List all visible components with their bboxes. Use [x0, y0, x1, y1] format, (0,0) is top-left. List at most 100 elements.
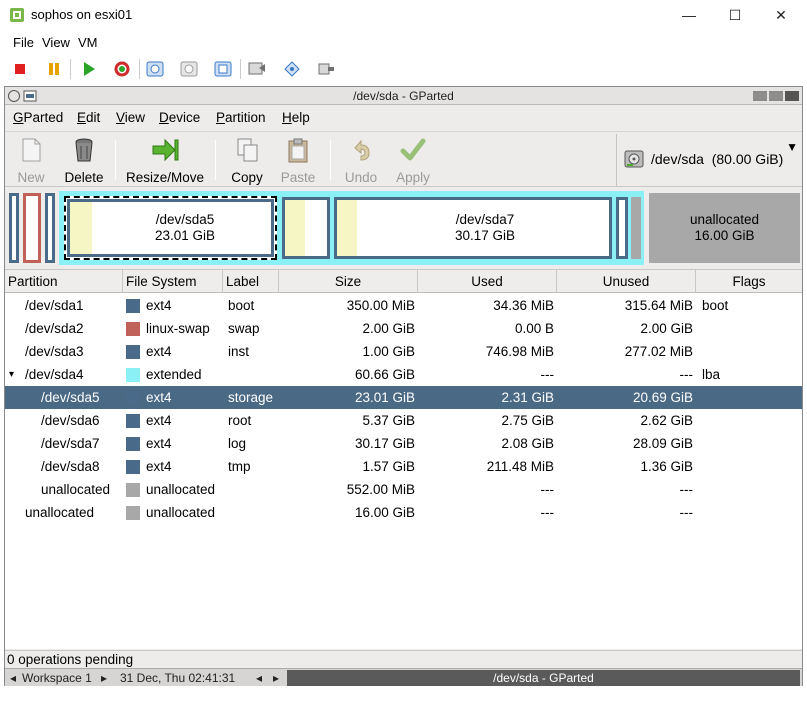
window-title: sophos on esxi01 — [31, 7, 133, 22]
workspace-label[interactable]: Workspace 1 — [22, 671, 92, 685]
menu-vm[interactable]: VM — [78, 35, 98, 50]
fs-color-swatch — [126, 506, 140, 520]
map-sda1[interactable] — [9, 193, 19, 263]
file-system: linux-swap — [146, 321, 210, 336]
partition-used: 2.31 GiB — [501, 390, 554, 405]
col-label[interactable]: Label — [223, 270, 279, 293]
next-workspace-icon[interactable]: ▸ — [101, 671, 107, 685]
vm-toolbar — [0, 54, 807, 84]
snapshot-icon[interactable] — [144, 58, 166, 80]
menu-partition[interactable]: Partition — [216, 110, 266, 125]
table-row[interactable]: /dev/sda8 ext4 tmp 1.57 GiB 211.48 MiB 1.36 G… — [5, 455, 802, 478]
partition-used: 2.08 GiB — [501, 436, 554, 451]
new-button[interactable]: New — [11, 134, 51, 186]
map-sda3[interactable] — [45, 193, 55, 263]
close-inner-button[interactable] — [785, 91, 799, 101]
file-system: ext4 — [146, 390, 172, 405]
table-row[interactable]: /dev/sda2 linux-swap swap 2.00 GiB 0.00 B 2.0… — [5, 317, 802, 340]
menu-device[interactable]: Device — [159, 110, 200, 125]
col-used[interactable]: Used — [418, 270, 557, 293]
status-bar: 0 operations pending — [5, 650, 802, 668]
prev-workspace-icon[interactable]: ◂ — [10, 671, 16, 685]
stop-icon[interactable] — [9, 58, 31, 80]
partition-name: /dev/sda3 — [25, 344, 84, 359]
partition-unused: --- — [679, 505, 694, 520]
col-flags[interactable]: Flags — [696, 270, 802, 293]
close-button[interactable]: ✕ — [758, 2, 804, 28]
menu-gparted[interactable]: GParted — [13, 110, 63, 125]
toolbar-divider — [115, 140, 116, 180]
partition-flags: boot — [702, 298, 729, 313]
prev-window-icon[interactable]: ◂ — [256, 671, 262, 685]
undo-button[interactable]: Undo — [341, 134, 381, 186]
device-selector[interactable]: /dev/sda (80.00 GiB) ▼ — [616, 134, 802, 186]
map-unallocated-label: unallocated 16.00 GiB — [689, 212, 760, 243]
manage-snapshots-icon[interactable] — [212, 58, 234, 80]
file-system: unallocated — [146, 505, 216, 520]
next-window-icon[interactable]: ▸ — [273, 671, 279, 685]
minimize-button[interactable]: — — [666, 2, 712, 28]
partition-used: --- — [540, 505, 555, 520]
menu-view[interactable]: View — [42, 35, 70, 50]
map-sda6[interactable] — [282, 197, 330, 259]
resize-move-button[interactable]: Resize/Move — [123, 134, 207, 186]
expander-icon[interactable]: ▾ — [9, 363, 14, 386]
maximize-button[interactable]: ☐ — [712, 2, 758, 28]
new-file-icon — [22, 138, 41, 162]
resize-arrow-icon — [152, 138, 179, 162]
iconify-button[interactable] — [753, 91, 767, 101]
partition-name: /dev/sda5 — [41, 390, 100, 405]
partition-size: 552.00 MiB — [346, 482, 415, 497]
window-titlebar: sophos on esxi01 — ☐ ✕ — [0, 0, 807, 30]
table-row[interactable]: unallocated unallocated 16.00 GiB --- --- — [5, 501, 802, 524]
table-row[interactable]: /dev/sda7 ext4 log 30.17 GiB 2.08 GiB 28.09 G… — [5, 432, 802, 455]
col-size[interactable]: Size — [279, 270, 418, 293]
menu-view-gparted[interactable]: View — [116, 110, 145, 125]
map-unallocated-logical[interactable] — [631, 197, 641, 259]
partition-label: root — [228, 413, 252, 428]
menu-edit[interactable]: Edit — [77, 110, 100, 125]
file-system: ext4 — [146, 344, 172, 359]
partition-used: 0.00 B — [514, 321, 554, 336]
partition-flags: lba — [702, 367, 721, 382]
delete-button[interactable]: Delete — [59, 134, 109, 186]
connect-device-icon[interactable] — [281, 58, 303, 80]
menu-help[interactable]: Help — [282, 110, 310, 125]
operations-pending: 0 operations pending — [7, 652, 134, 667]
pause-icon[interactable] — [43, 58, 65, 80]
col-unused[interactable]: Unused — [557, 270, 696, 293]
map-sda8[interactable] — [616, 197, 628, 259]
table-row[interactable]: /dev/sda5 ext4 storage 23.01 GiB 2.31 GiB 20.… — [5, 386, 802, 409]
col-partition[interactable]: Partition — [5, 270, 123, 293]
dropdown-arrow-icon: ▼ — [786, 140, 798, 154]
table-row[interactable]: /dev/sda3 ext4 inst 1.00 GiB 746.98 MiB 277.0… — [5, 340, 802, 363]
paste-button[interactable]: Paste — [277, 134, 319, 186]
partition-unused: 315.64 MiB — [624, 298, 693, 313]
gparted-titlebar: /dev/sda - GParted — [5, 87, 802, 105]
taskbar-active-window[interactable]: /dev/sda - GParted — [287, 670, 800, 686]
table-row[interactable]: /dev/sda1 ext4 boot 350.00 MiB 34.36 MiB 315.… — [5, 294, 802, 317]
taskbar: ◂ Workspace 1 ▸ 31 Dec, Thu 02:41:31 ◂ ▸… — [5, 668, 802, 686]
revert-snapshot-icon[interactable] — [178, 58, 200, 80]
partition-label: swap — [228, 321, 260, 336]
toolbar-divider — [70, 59, 71, 79]
menu-file[interactable]: File — [13, 35, 34, 50]
maximize-inner-button[interactable] — [769, 91, 783, 101]
partition-name: /dev/sda1 — [25, 298, 84, 313]
partition-name: unallocated — [41, 482, 111, 497]
partition-size: 23.01 GiB — [354, 390, 415, 405]
play-icon[interactable] — [78, 58, 100, 80]
table-row[interactable]: unallocated unallocated 552.00 MiB --- --- — [5, 478, 802, 501]
table-row[interactable]: /dev/sda6 ext4 root 5.37 GiB 2.75 GiB 2.62 Gi… — [5, 409, 802, 432]
settings-icon[interactable] — [315, 58, 337, 80]
partition-label: log — [228, 436, 247, 451]
console-icon[interactable] — [246, 58, 268, 80]
map-sda2[interactable] — [23, 193, 41, 263]
reset-icon[interactable] — [111, 58, 133, 80]
apply-button[interactable]: Apply — [391, 134, 435, 186]
partition-size: 30.17 GiB — [354, 436, 415, 451]
col-file-system[interactable]: File System — [123, 270, 223, 293]
fs-color-swatch — [126, 368, 140, 382]
copy-button[interactable]: Copy — [227, 134, 267, 186]
table-row[interactable]: ▾ /dev/sda4 extended 60.66 GiB --- --- lba — [5, 363, 802, 386]
